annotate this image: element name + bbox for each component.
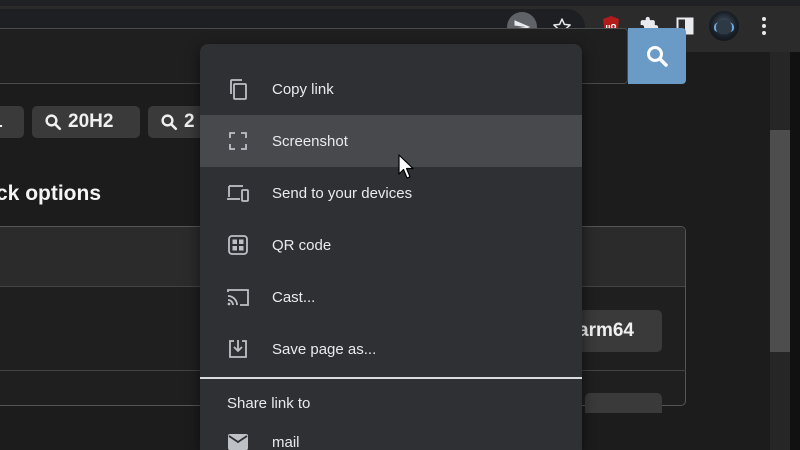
chip-label: 2 [184,111,195,132]
window-edge [790,52,800,450]
cast-icon [226,285,250,309]
chip-label: 20H2 [68,111,114,132]
menu-item-send-to-devices[interactable]: Send to your devices [200,167,582,219]
menu-item-cast[interactable]: Cast... [200,271,582,323]
menu-item-mail[interactable]: mail [200,416,582,450]
menu-separator [200,377,582,379]
kebab-menu-icon[interactable] [750,12,778,40]
search-icon [45,114,62,131]
menu-item-label: Copy link [272,80,334,98]
save-page-icon [226,337,250,361]
menu-item-screenshot[interactable]: Screenshot [200,115,582,167]
search-icon [647,46,668,67]
qr-code-icon [226,233,250,257]
scrollbar-thumb[interactable] [770,130,790,352]
devices-icon [226,181,250,205]
menu-item-save-page[interactable]: Save page as... [200,323,582,375]
arch-button[interactable]: arm64 [570,310,662,352]
menu-item-label: Save page as... [272,340,377,358]
mouse-cursor-icon [398,154,414,179]
section-heading: ck options [0,182,102,205]
share-menu: Copy link Screenshot Send to your device… [200,44,582,450]
menu-item-label: QR code [272,236,332,254]
page-search-button[interactable] [628,28,686,84]
filter-chip[interactable]: 20H2 [32,106,140,138]
chip-label: 1 [0,111,3,133]
screenshot-icon [226,129,250,153]
profile-avatar[interactable] [709,11,739,41]
menu-item-label: Cast... [272,288,316,306]
menu-item-label: Send to your devices [272,184,413,202]
menu-item-copy-link[interactable]: Copy link [200,63,582,115]
share-section-title: Share link to [227,395,311,412]
menu-item-qr-code[interactable]: QR code [200,219,582,271]
filter-chip[interactable]: 1 [0,106,24,138]
tab-strip-edge [0,0,800,6]
option-button[interactable] [585,393,662,413]
search-icon [161,114,178,131]
mail-icon [226,430,250,450]
menu-item-label: Screenshot [272,132,348,150]
filter-chip[interactable]: 2 [148,106,208,138]
copy-link-icon [226,77,250,101]
menu-item-label: mail [272,433,300,450]
